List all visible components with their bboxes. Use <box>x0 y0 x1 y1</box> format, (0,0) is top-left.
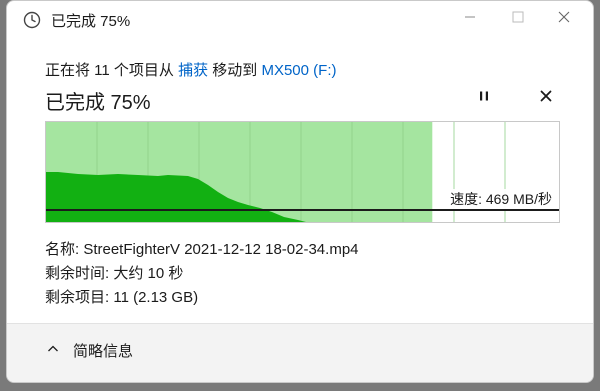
file-name: 名称: StreetFighterV 2021-12-12 18-02-34.m… <box>45 241 359 258</box>
clock-icon <box>23 11 41 29</box>
transfer-details: 名称: StreetFighterV 2021-12-12 18-02-34.m… <box>45 238 359 310</box>
maximize-button[interactable] <box>495 1 541 37</box>
minimize-button[interactable] <box>447 1 493 37</box>
fewer-details-label: 简略信息 <box>73 343 134 360</box>
destination-drive-link[interactable]: MX500 (F:) <box>261 62 336 79</box>
fewer-details-toggle[interactable]: 简略信息 <box>47 340 133 361</box>
close-icon <box>558 10 570 28</box>
dialog-footer: 简略信息 <box>7 323 593 382</box>
pause-button[interactable] <box>471 85 497 111</box>
operation-prefix: 正在将 11 个项目从 <box>45 62 174 79</box>
speed-label: 速度: 469 MB/秒 <box>447 189 555 209</box>
items-remaining: 剩余项目: 11 (2.13 GB) <box>45 289 199 306</box>
chevron-up-icon <box>47 342 59 359</box>
transfer-speed-graph: 速度: 469 MB/秒 <box>45 121 560 223</box>
file-transfer-dialog: 已完成 75% 正在将 11 个项目从 捕获 移动到 MX500 (F:) 已完… <box>6 0 594 383</box>
close-window-button[interactable] <box>541 1 587 37</box>
cancel-icon <box>540 89 552 107</box>
time-remaining: 剩余时间: 大约 10 秒 <box>45 265 184 282</box>
title-bar[interactable]: 已完成 75% <box>7 1 593 41</box>
window-title: 已完成 75% <box>51 13 131 30</box>
maximize-icon <box>512 10 524 28</box>
minimize-icon <box>464 10 476 28</box>
cancel-button[interactable] <box>533 85 559 111</box>
operation-middle: 移动到 <box>212 62 258 79</box>
operation-description: 正在将 11 个项目从 捕获 移动到 MX500 (F:) <box>45 59 336 80</box>
progress-status: 已完成 75% <box>45 92 151 114</box>
pause-icon <box>478 89 490 107</box>
source-folder-link[interactable]: 捕获 <box>178 62 208 79</box>
